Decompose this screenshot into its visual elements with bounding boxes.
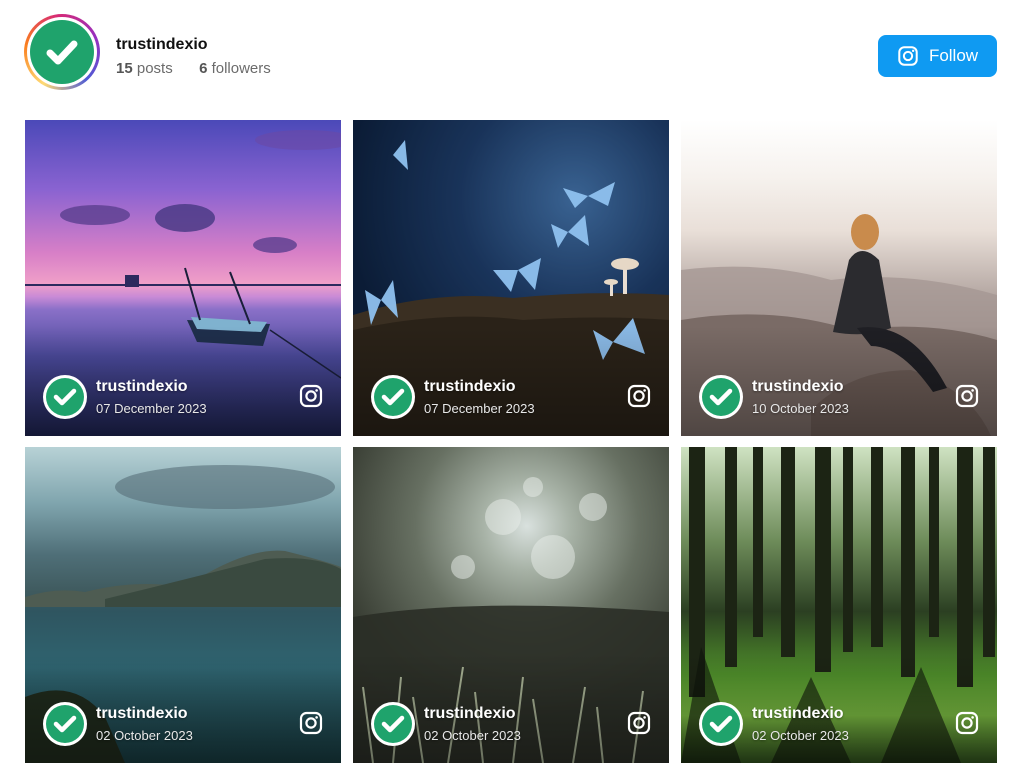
post-tile-4[interactable]: trustindexio 02 October 2023 (25, 447, 341, 763)
profile-username[interactable]: trustindexio (116, 36, 208, 54)
post-date: 02 October 2023 (752, 728, 849, 743)
post-author: trustindexio (96, 378, 188, 395)
post-tile-2[interactable]: trustindexio 07 December 2023 (353, 120, 669, 436)
check-icon (381, 715, 405, 733)
instagram-icon[interactable] (627, 384, 651, 408)
check-icon (53, 388, 77, 406)
check-icon (709, 715, 733, 733)
post-author: trustindexio (752, 705, 844, 722)
author-avatar (43, 375, 87, 419)
check-icon (709, 388, 733, 406)
post-grid: trustindexio 07 December 2023 trustindex… (25, 120, 997, 763)
profile-header: trustindexio 15 posts 6 followers Follow (24, 14, 997, 94)
post-date: 07 December 2023 (424, 401, 535, 416)
profile-stats: 15 posts 6 followers (116, 60, 271, 77)
post-date: 02 October 2023 (96, 728, 193, 743)
post-author: trustindexio (424, 378, 516, 395)
instagram-icon[interactable] (299, 711, 323, 735)
check-icon (53, 715, 77, 733)
followers-label: followers (211, 60, 271, 77)
author-avatar (371, 702, 415, 746)
followers-count: 6 (199, 60, 208, 77)
author-avatar (43, 702, 87, 746)
verified-check-icon (30, 20, 94, 84)
instagram-icon[interactable] (955, 384, 979, 408)
post-date: 02 October 2023 (424, 728, 521, 743)
instagram-icon[interactable] (627, 711, 651, 735)
instagram-icon (898, 46, 918, 66)
follow-label: Follow (928, 46, 979, 65)
post-date: 10 October 2023 (752, 401, 849, 416)
post-tile-6[interactable]: trustindexio 02 October 2023 (681, 447, 997, 763)
posts-label: posts (136, 60, 173, 77)
post-author: trustindexio (424, 705, 516, 722)
author-avatar (699, 702, 743, 746)
avatar[interactable] (24, 14, 100, 90)
instagram-icon[interactable] (299, 384, 323, 408)
post-tile-1[interactable]: trustindexio 07 December 2023 (25, 120, 341, 436)
author-avatar (371, 375, 415, 419)
post-tile-3[interactable]: trustindexio 10 October 2023 (681, 120, 997, 436)
post-author: trustindexio (752, 378, 844, 395)
follow-button[interactable]: Follow (878, 35, 997, 77)
instagram-icon[interactable] (955, 711, 979, 735)
posts-count: 15 (116, 60, 133, 77)
post-date: 07 December 2023 (96, 401, 207, 416)
check-icon (381, 388, 405, 406)
author-avatar (699, 375, 743, 419)
post-tile-5[interactable]: trustindexio 02 October 2023 (353, 447, 669, 763)
post-author: trustindexio (96, 705, 188, 722)
